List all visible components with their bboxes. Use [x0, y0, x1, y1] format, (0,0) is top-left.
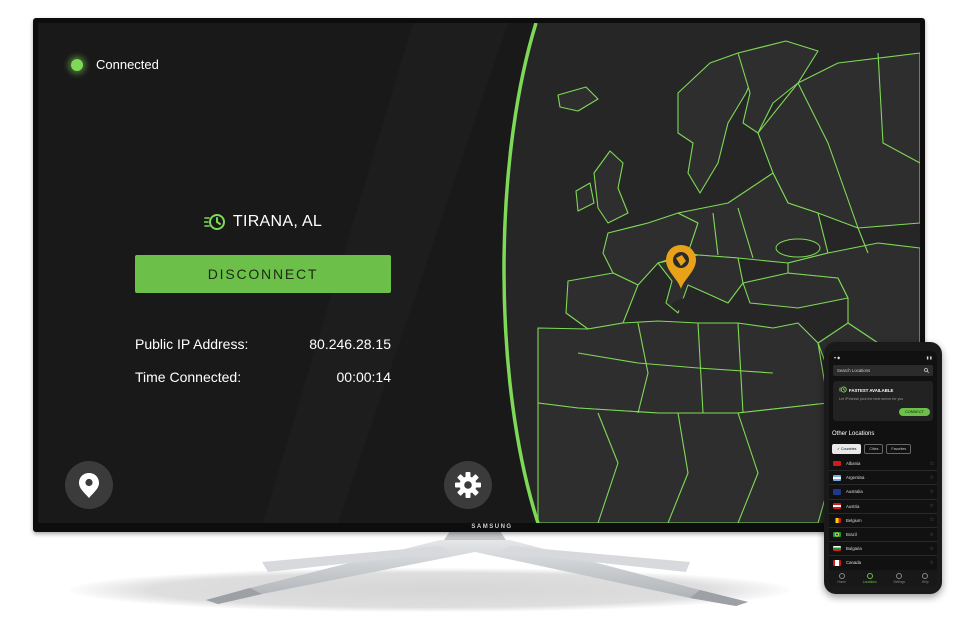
time-value: 00:00:14	[336, 369, 392, 385]
star-icon[interactable]: ☆	[930, 546, 934, 552]
list-item[interactable]: Canada ☆	[829, 556, 937, 571]
status-label: Connected	[96, 57, 159, 72]
country-name: Australia	[846, 489, 863, 495]
settings-button[interactable]	[444, 461, 492, 509]
star-icon[interactable]: ☆	[930, 517, 934, 523]
flag-bulgaria-icon	[833, 545, 841, 552]
tv-screen: Connected TIRANA, AL DISCONNECT Public I…	[38, 23, 920, 523]
phone-status-bar: ▾ ◆ ▮ ▮	[834, 354, 932, 360]
connect-button[interactable]: CONNECT	[899, 408, 930, 416]
phone: ▾ ◆ ▮ ▮ Search Locations FASTEST AVAILAB…	[824, 342, 942, 594]
help-icon	[922, 573, 929, 579]
ip-value: 80.246.28.15	[309, 336, 391, 352]
nav-settings[interactable]: Settings	[893, 573, 905, 584]
nav-help[interactable]: Help	[921, 573, 929, 584]
phone-screen: ▾ ◆ ▮ ▮ Search Locations FASTEST AVAILAB…	[829, 351, 937, 586]
flag-canada-icon	[833, 560, 841, 566]
phone-status-right: ▮ ▮	[926, 354, 932, 360]
nav-home[interactable]: Home	[837, 573, 846, 584]
list-item[interactable]: Austria ☆	[829, 500, 937, 514]
flag-brazil-icon	[833, 531, 841, 538]
gear-icon	[896, 573, 903, 579]
country-name: Brazil	[846, 532, 857, 538]
phone-status-left: ▾ ◆	[834, 354, 841, 360]
locations-button[interactable]	[65, 461, 113, 509]
star-icon[interactable]: ☆	[930, 560, 934, 566]
list-item[interactable]: Argentina ☆	[829, 471, 937, 486]
nav-settings-label: Settings	[893, 580, 905, 584]
nav-locations-label: Locations	[862, 580, 877, 584]
list-item[interactable]: Australia ☆	[829, 485, 937, 500]
disconnect-button[interactable]: DISCONNECT	[135, 255, 391, 293]
phone-search-input[interactable]: Search Locations	[833, 365, 933, 376]
flag-australia-icon	[833, 489, 841, 495]
nav-help-label: Help	[921, 580, 929, 584]
flag-albania-icon	[833, 460, 841, 467]
country-name: Canada	[846, 560, 862, 566]
star-icon[interactable]: ☆	[930, 503, 934, 509]
timer-icon	[839, 386, 847, 393]
location-label: TIRANA, AL	[232, 213, 323, 230]
list-item[interactable]: Brazil ☆	[829, 528, 937, 543]
chip-countries[interactable]: ✓ Countries	[832, 444, 862, 454]
info-row-ip: Public IP Address: 80.246.28.15	[135, 336, 391, 352]
chip-cities[interactable]: Cities	[864, 444, 884, 454]
time-label: Time Connected:	[135, 369, 242, 385]
gear-icon	[455, 472, 481, 498]
fastest-title: FASTEST AVAILABLE	[849, 388, 894, 393]
ip-label: Public IP Address:	[135, 336, 249, 352]
country-name: Belgium	[846, 517, 862, 523]
status-dot	[71, 58, 83, 71]
other-locations-heading: Other Locations	[832, 431, 875, 437]
fastest-subtitle: Let IPVanish pick the best server for yo…	[839, 397, 904, 401]
map-pin-icon	[79, 473, 99, 498]
tv-brand-logo: SAMSUNG	[471, 524, 513, 530]
list-item[interactable]: Belgium ☆	[829, 514, 937, 528]
info-row-time: Time Connected: 00:00:14	[135, 369, 391, 385]
filter-chips: ✓ Countries Cities Favorites	[832, 444, 912, 454]
country-name: Bulgaria	[846, 546, 862, 552]
connection-status: Connected	[71, 57, 159, 72]
star-icon[interactable]: ☆	[930, 489, 934, 495]
current-location: TIRANA, AL	[38, 213, 488, 231]
fastest-available-card[interactable]: FASTEST AVAILABLE Let IPVanish pick the …	[833, 381, 933, 421]
nav-home-label: Home	[837, 580, 846, 584]
phone-bottom-nav: Home Locations Settings Help	[829, 570, 937, 586]
location-pin-icon	[866, 573, 873, 579]
chip-favorites[interactable]: Favorites	[886, 444, 912, 454]
home-icon	[838, 573, 845, 579]
country-name: Albania	[846, 461, 861, 467]
country-name: Argentina	[846, 475, 865, 481]
phone-search-placeholder: Search Locations	[837, 368, 871, 373]
country-name: Austria	[846, 503, 860, 509]
country-list: Albania ☆ Argentina ☆ Australia ☆ Austria ☆ …	[829, 457, 937, 571]
nav-locations[interactable]: Locations	[863, 573, 877, 584]
flag-argentina-icon	[833, 475, 841, 481]
list-item[interactable]: Bulgaria ☆	[829, 542, 937, 557]
timer-icon	[203, 214, 225, 230]
chip-countries-label: Countries	[841, 447, 857, 451]
list-item[interactable]: Albania ☆	[829, 457, 937, 472]
star-icon[interactable]: ☆	[930, 461, 934, 467]
star-icon[interactable]: ☆	[930, 475, 934, 481]
flag-belgium-icon	[833, 517, 841, 524]
search-icon	[924, 368, 929, 373]
star-icon[interactable]: ☆	[930, 532, 934, 538]
flag-austria-icon	[833, 503, 841, 509]
